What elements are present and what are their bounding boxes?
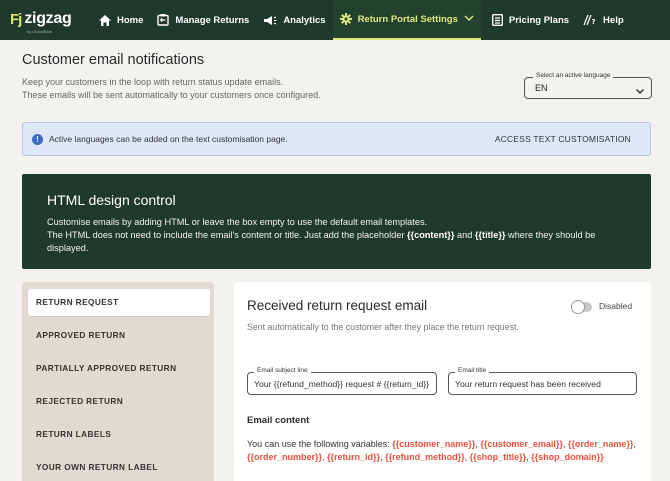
nav-help-label: Help xyxy=(603,14,624,26)
info-banner-text: Active languages can be added on the tex… xyxy=(49,134,288,144)
menu-item-return-labels[interactable]: RETURN LABELS xyxy=(28,421,210,448)
chevron-down-icon xyxy=(464,14,474,25)
zigzag-logo[interactable]: Fj zigzag by GlobalBlue xyxy=(10,6,84,34)
variable-token: {{customer_email}} xyxy=(480,439,563,449)
nav-return-portal-settings-label: Return Portal Settings xyxy=(357,13,458,25)
menu-item-return-request[interactable]: RETURN REQUEST xyxy=(28,289,210,316)
nav-pricing-plans-label: Pricing Plans xyxy=(508,14,570,26)
gear-icon xyxy=(339,13,352,25)
email-title-field[interactable]: Email title Your return request has been… xyxy=(448,367,637,395)
top-nav: Fj zigzag by GlobalBlue Home Manage Retu… xyxy=(0,0,670,40)
page-description-line: Keep your customers in the loop with ret… xyxy=(22,77,284,87)
html-design-control-text: and xyxy=(454,230,475,240)
language-select-label: Select an active language xyxy=(533,72,614,79)
email-subject-label: Email subject line xyxy=(254,367,311,374)
title-placeholder: {{title}} xyxy=(474,230,506,240)
toggle-knob xyxy=(571,300,585,314)
nav-manage-returns[interactable]: Manage Returns xyxy=(150,0,256,40)
nav-manage-returns-label: Manage Returns xyxy=(175,14,250,26)
nav-home-label: Home xyxy=(117,14,144,26)
menu-item-rejected-return[interactable]: REJECTED RETURN xyxy=(28,388,210,415)
email-content-heading: Email content xyxy=(247,415,310,426)
language-select[interactable]: Select an active language EN xyxy=(524,72,652,99)
page-title: Customer email notifications xyxy=(22,52,205,68)
html-design-control-title: HTML design control xyxy=(47,192,176,208)
content-placeholder: {{content}} xyxy=(406,230,455,240)
email-variables-text: You can use the following variables: {{c… xyxy=(247,439,636,462)
logo-mark: Fj xyxy=(10,11,22,28)
email-enable-toggle[interactable] xyxy=(571,300,592,314)
variable-token: {{shop_title}} xyxy=(469,452,527,462)
svg-text:?: ? xyxy=(592,18,596,26)
nav-analytics[interactable]: Analytics xyxy=(256,0,332,40)
returns-icon xyxy=(157,14,170,26)
nav-home[interactable]: Home xyxy=(92,0,150,40)
language-select-value: EN xyxy=(535,83,548,93)
email-subject-value: Your {{refund_method}} request # {{retur… xyxy=(254,379,430,389)
help-icon: ? xyxy=(583,14,597,26)
nav-pricing-plans[interactable]: Pricing Plans xyxy=(485,0,576,40)
variable-token: {{refund_method}} xyxy=(385,452,465,462)
email-subject-field[interactable]: Email subject line Your {{refund_method}… xyxy=(247,367,437,395)
email-title-value: Your return request has been received xyxy=(455,379,601,389)
megaphone-icon xyxy=(263,15,277,26)
logo-text: zigzag xyxy=(24,10,72,27)
page-description: Keep your customers in the loop with ret… xyxy=(22,76,321,102)
menu-item-partially-approved-return[interactable]: PARTIALLY APPROVED RETURN xyxy=(28,355,210,382)
variables-intro: You can use the following variables: xyxy=(247,439,393,449)
nav-analytics-label: Analytics xyxy=(283,14,326,26)
variable-token: {{customer_name}} xyxy=(392,439,476,449)
home-icon xyxy=(99,14,111,26)
html-design-control-panel[interactable]: HTML design control Customise emails by … xyxy=(22,174,651,269)
access-text-customisation-link[interactable]: ACCESS TEXT CUSTOMISATION xyxy=(495,134,631,144)
toggle-status-label: Disabled xyxy=(599,301,633,311)
nav-help[interactable]: ? Help xyxy=(576,0,631,40)
email-settings-card: Received return request email Disabled S… xyxy=(234,282,651,481)
variable-token: {{order_number}} xyxy=(247,452,323,462)
list-icon xyxy=(491,14,503,26)
email-title-heading: Received return request email xyxy=(247,298,428,313)
variable-token: {{return_id}} xyxy=(327,452,381,462)
html-design-control-line: Customise emails by adding HTML or leave… xyxy=(47,217,428,227)
variable-token: {{shop_domain}} xyxy=(531,452,604,462)
info-icon: ! xyxy=(32,134,43,145)
html-design-control-line: The HTML does not need to include the em… xyxy=(47,229,637,255)
email-description: Sent automatically to the customer after… xyxy=(247,322,519,332)
html-design-control-description: Customise emails by adding HTML or leave… xyxy=(47,216,637,255)
menu-item-your-own-return-label[interactable]: YOUR OWN RETURN LABEL xyxy=(28,454,210,481)
page-description-line: These emails will be sent automatically … xyxy=(22,90,321,100)
menu-item-approved-return[interactable]: APPROVED RETURN xyxy=(28,322,210,349)
variable-token: {{order_name}} xyxy=(567,439,634,449)
html-design-control-text: The HTML does not need to include the em… xyxy=(47,230,407,240)
nav-return-portal-settings[interactable]: Return Portal Settings xyxy=(332,0,481,40)
logo-subtitle: by GlobalBlue xyxy=(27,29,52,34)
email-type-menu: RETURN REQUEST APPROVED RETURN PARTIALLY… xyxy=(22,282,214,481)
chevron-down-icon xyxy=(635,83,645,95)
email-title-label: Email title xyxy=(455,367,490,374)
info-banner: ! Active languages can be added on the t… xyxy=(22,122,651,156)
